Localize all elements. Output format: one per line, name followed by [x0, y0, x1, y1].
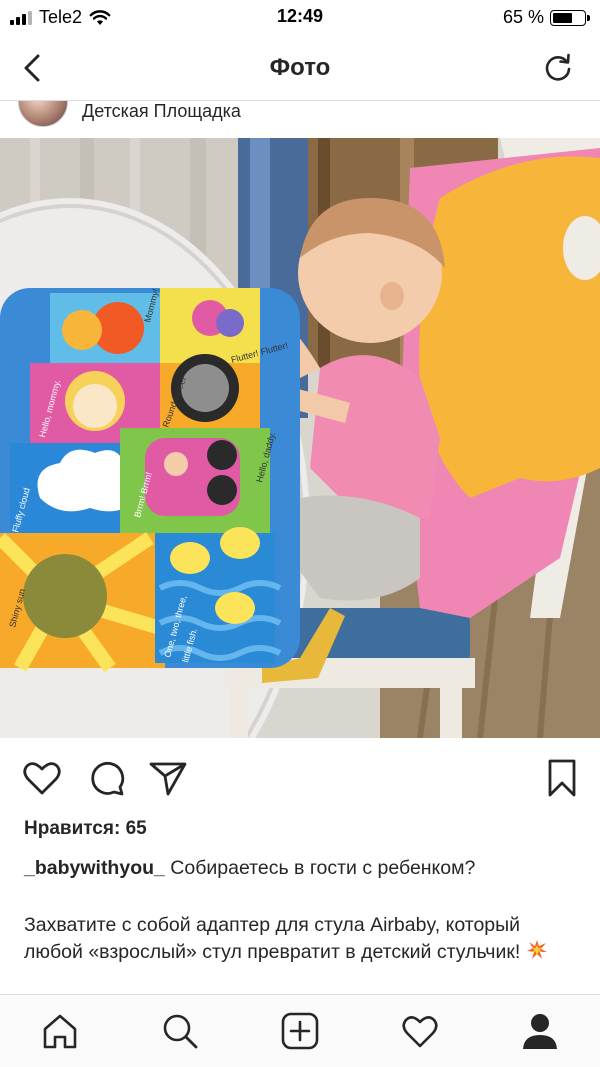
post-location[interactable]: Детская Площадка: [82, 101, 241, 122]
caption-body: Захватите с собой адаптер для стула Airb…: [24, 912, 579, 966]
heart-icon[interactable]: [20, 756, 64, 800]
add-post-icon[interactable]: [280, 1011, 320, 1051]
search-icon[interactable]: [160, 1011, 200, 1051]
battery-percent: 65 %: [502, 7, 544, 27]
collision-emoji-icon: [526, 940, 547, 959]
refresh-icon[interactable]: [540, 50, 576, 86]
activity-heart-icon[interactable]: [400, 1011, 440, 1051]
home-icon[interactable]: [40, 1011, 80, 1051]
bookmark-icon[interactable]: [540, 756, 584, 800]
page-title: Фото: [269, 54, 331, 81]
post-photo[interactable]: Mommy! Flutter! Flutter! Hello, mommy. R…: [0, 138, 600, 738]
nav-bar: Фото: [0, 36, 600, 100]
avatar[interactable]: [18, 101, 68, 127]
caption-body-text: Захватите с собой адаптер для стула Airb…: [24, 914, 521, 963]
book-illustration: Mommy! Flutter! Flutter! Hello, mommy. R…: [0, 288, 300, 673]
profile-icon[interactable]: [520, 1011, 560, 1051]
caption-first-line: Собираетесь в гости с ребенком?: [170, 857, 476, 879]
battery-icon: [550, 9, 590, 26]
status-bar: Tele2 12:49 65 %: [0, 0, 600, 36]
chevron-left-icon[interactable]: [16, 50, 52, 86]
photo-illustration: Mommy! Flutter! Flutter! Hello, mommy. R…: [0, 138, 600, 738]
caption-username[interactable]: _babywithyou_: [24, 857, 165, 879]
comment-icon[interactable]: [84, 756, 128, 800]
caption-line: _babywithyou_ Собираетесь в гости с ребе…: [24, 854, 579, 882]
status-right: 65 %: [502, 7, 590, 28]
post-actions: [0, 750, 600, 806]
share-icon[interactable]: [146, 756, 190, 800]
likes-count[interactable]: Нравится: 65: [24, 818, 147, 840]
tab-bar: [0, 994, 600, 1067]
post-header: Детская Площадка: [0, 100, 600, 139]
